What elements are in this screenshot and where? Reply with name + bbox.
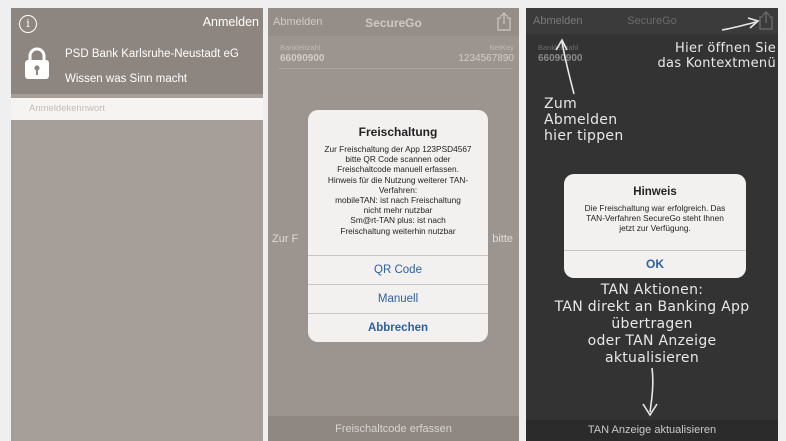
annotation-line: das Kontextmenü	[657, 56, 776, 71]
dialog-line: nicht mehr nutzbar	[363, 205, 433, 216]
activation-dialog: Freischaltung Zur Freischaltung der App …	[308, 110, 488, 342]
annotation-line: aktualisieren	[604, 350, 700, 366]
annotation-context-menu: Hier öffnen Sie das Kontextmenü	[626, 41, 776, 71]
bank-slogan: Wissen was Sinn macht	[65, 73, 188, 85]
annotation-tan-actions: TAN Aktionen: TAN direkt an Banking App …	[526, 282, 778, 367]
qr-code-button[interactable]: QR Code	[308, 256, 488, 284]
dialog-line: bitte QR Code scannen oder	[345, 154, 451, 165]
annotation-line: hier tippen	[544, 128, 624, 144]
dialog-line: Freischaltcode manuell erfassen.	[337, 164, 459, 175]
info-icon[interactable]: i	[19, 15, 37, 33]
dialog-line: Sm@rt-TAN plus: ist nach	[350, 215, 446, 226]
password-field[interactable]: Anmeldekennwort	[11, 98, 263, 120]
lock-icon	[25, 47, 49, 79]
refresh-tan-button[interactable]: TAN Anzeige aktualisieren	[526, 420, 778, 441]
dialog-title: Freischaltung	[358, 125, 438, 139]
dialog-title: Hinweis	[633, 186, 677, 198]
bank-name: PSD Bank Karlsruhe-Neustadt eG	[65, 48, 239, 60]
dialog-line: Verfahren:	[378, 184, 418, 195]
netkey-label: NetKey	[489, 43, 514, 52]
annotated-screen: Abmelden SecureGo Bankleitzahl 66090900 …	[526, 8, 778, 441]
dialog-line: Hinweis für die Nutzung weiterer TAN-	[327, 174, 469, 185]
annotation-line: Hier öffnen Sie	[675, 41, 776, 56]
dialog-line: jetzt zur Verfügung.	[619, 223, 691, 234]
login-button[interactable]: Anmelden	[203, 15, 259, 29]
background-text: bitte	[492, 233, 513, 245]
app-title: SecureGo	[365, 16, 422, 30]
annotation-logout: Zum Abmelden hier tippen	[544, 96, 644, 144]
dialog-line: Zur Freischaltung der App 123PSD4567	[324, 144, 472, 154]
annotation-line: oder TAN Anzeige	[587, 333, 717, 349]
dialog-line: TAN-Verfahren SecureGo steht Ihnen	[586, 213, 724, 224]
dialog-line: Freischaltung weiterhin nutzbar	[340, 225, 456, 236]
annotation-line: Zum	[544, 96, 578, 112]
success-dialog: Hinweis Die Freischaltung war erfolgreic…	[564, 174, 746, 278]
annotation-line: TAN Aktionen:	[600, 282, 704, 298]
divider	[278, 68, 513, 69]
activation-screen: Abmelden SecureGo Bankleitzahl 66090900 …	[268, 8, 519, 441]
annotation-line: TAN direkt an Banking App	[554, 299, 750, 315]
annotation-line: übertragen	[611, 316, 693, 332]
dialog-message: Zur Freischaltung der App 123PSD4567 bit…	[314, 144, 482, 236]
share-icon[interactable]	[497, 12, 511, 31]
login-header: i Anmelden PSD Bank Karlsruhe-Neustadt e…	[11, 8, 263, 94]
manual-button[interactable]: Manuell	[308, 285, 488, 313]
dialog-line: Die Freischaltung war erfolgreich. Das	[584, 203, 726, 213]
refresh-tan-label: TAN Anzeige aktualisieren	[587, 424, 717, 436]
dialog-line: mobileTAN: ist nach Freischaltung	[335, 195, 461, 206]
activation-header: Abmelden SecureGo	[268, 8, 519, 36]
background-text: Zur F	[272, 233, 299, 245]
cancel-button[interactable]: Abbrechen	[308, 314, 488, 342]
login-screen: i Anmelden PSD Bank Karlsruhe-Neustadt e…	[11, 8, 263, 441]
bankleitzahl-label: Bankleitzahl	[280, 43, 321, 52]
annotation-line: Abmelden	[544, 112, 618, 128]
enter-code-label: Freischaltcode erfassen	[335, 423, 452, 435]
dialog-message: Die Freischaltung war erfolgreich. Das T…	[572, 203, 738, 234]
password-placeholder: Anmeldekennwort	[29, 103, 106, 114]
ok-button[interactable]: OK	[564, 251, 746, 278]
enter-code-button[interactable]: Freischaltcode erfassen	[268, 416, 519, 441]
bankleitzahl-value: 66090900	[280, 53, 325, 64]
netkey-value: 1234567890	[458, 53, 514, 64]
